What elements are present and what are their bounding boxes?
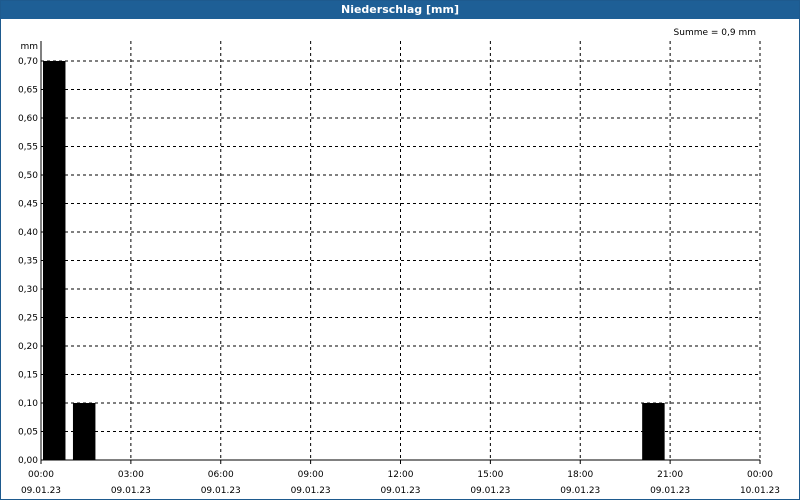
- y-tick-label: 0,70: [18, 57, 38, 67]
- x-tick-time: 18:00: [567, 470, 593, 480]
- y-tick-label: 0,10: [18, 399, 38, 409]
- x-tick-time: 00:00: [747, 470, 773, 480]
- precipitation-bar: [72, 403, 96, 460]
- x-tick-time: 21:00: [657, 470, 683, 480]
- x-tick-date: 09.01.23: [470, 486, 510, 496]
- x-tick-date: 09.01.23: [21, 486, 61, 496]
- y-tick-label: 0,45: [18, 200, 38, 210]
- y-tick-label: 0,50: [18, 171, 38, 181]
- x-tick-date: 09.01.23: [111, 486, 151, 496]
- chart-window: Niederschlag [mm] 0,00 0,05 0,10 0,15 0,20 0,…: [0, 0, 800, 500]
- y-tick-label: 0,15: [18, 371, 38, 381]
- y-tick-label: 0,65: [18, 86, 38, 96]
- x-tick-date: 09.01.23: [291, 486, 331, 496]
- precipitation-bar: [43, 61, 66, 460]
- y-tick-label: 0,25: [18, 314, 38, 324]
- x-tick-time: 06:00: [208, 470, 234, 480]
- x-tick-time: 12:00: [388, 470, 414, 480]
- y-tick-label: 0,05: [18, 428, 38, 438]
- y-axis-label: mm: [20, 42, 38, 52]
- x-tick-time: 15:00: [477, 470, 503, 480]
- y-tick-label: 0,35: [18, 257, 38, 267]
- x-tick-time: 03:00: [118, 470, 144, 480]
- x-tick-time: 00:00: [28, 470, 54, 480]
- y-tick-label: 0,40: [18, 228, 38, 238]
- x-tick-date: 09.01.23: [650, 486, 690, 496]
- x-tick-date: 09.01.23: [380, 486, 420, 496]
- sum-annotation: Summe = 0,9 mm: [674, 28, 756, 38]
- x-tick-date: 09.01.23: [201, 486, 241, 496]
- precipitation-bar: [642, 403, 665, 460]
- y-tick-label: 0,55: [18, 143, 38, 153]
- x-tick-date: 10.01.23: [740, 486, 780, 496]
- y-tick-label: 0,30: [18, 285, 38, 295]
- y-tick-label: 0,00: [18, 456, 38, 466]
- y-tick-label: 0,60: [18, 114, 38, 124]
- x-tick-date: 09.01.23: [560, 486, 600, 496]
- x-tick-time: 09:00: [298, 470, 324, 480]
- y-tick-label: 0,20: [18, 342, 38, 352]
- precipitation-chart: 0,00 0,05 0,10 0,15 0,20 0,25 0,30 0,35 0,40 0,45…: [18, 28, 780, 496]
